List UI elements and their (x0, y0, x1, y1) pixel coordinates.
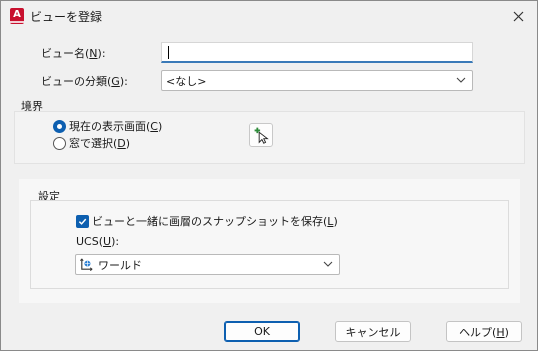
text-caret (168, 46, 169, 59)
pick-window-icon (254, 127, 269, 144)
autocad-app-icon: A (10, 8, 24, 24)
radio-unselected-indicator (53, 136, 66, 150)
save-layer-snapshot-label: ビューと一緒に画層のスナップショットを保存(L) (92, 215, 338, 228)
view-name-input[interactable] (161, 42, 473, 63)
radio-current-display-label: 現在の表示画面(C) (69, 120, 163, 133)
ucs-world-icon (80, 258, 93, 271)
ok-button[interactable]: OK (224, 321, 300, 342)
save-layer-snapshot-checkbox[interactable]: ビューと一緒に画層のスナップショットを保存(L) (76, 213, 338, 229)
title-bar: A ビューを登録 (1, 1, 537, 31)
help-button[interactable]: ヘルプ(H) (446, 321, 522, 342)
close-button[interactable] (505, 5, 531, 27)
view-category-select[interactable]: <なし> (161, 70, 473, 91)
checkbox-checked-indicator (76, 214, 89, 228)
close-icon (513, 11, 523, 21)
ucs-select[interactable]: ワールド (75, 254, 340, 275)
chevron-down-icon (456, 77, 466, 83)
register-view-dialog: A ビューを登録 ビュー名(N): ビューの分類(G): <なし> 境界 現在の… (0, 0, 538, 351)
radio-selected-indicator (53, 119, 66, 133)
check-icon (78, 218, 87, 225)
view-name-label: ビュー名(N): (41, 47, 106, 60)
radio-current-display[interactable]: 現在の表示画面(C) (53, 118, 162, 134)
radio-window-select[interactable]: 窓で選択(D) (53, 135, 130, 151)
view-category-label: ビューの分類(G): (41, 75, 128, 88)
cancel-button[interactable]: キャンセル (335, 321, 411, 342)
ucs-select-value: ワールド (98, 258, 142, 272)
chevron-down-icon (323, 261, 333, 267)
help-button-label: ヘルプ(H) (459, 325, 509, 339)
ucs-label: UCS(U): (76, 235, 120, 248)
radio-window-select-label: 窓で選択(D) (69, 137, 131, 150)
define-window-button[interactable] (249, 123, 273, 147)
window-title: ビューを登録 (30, 10, 103, 24)
